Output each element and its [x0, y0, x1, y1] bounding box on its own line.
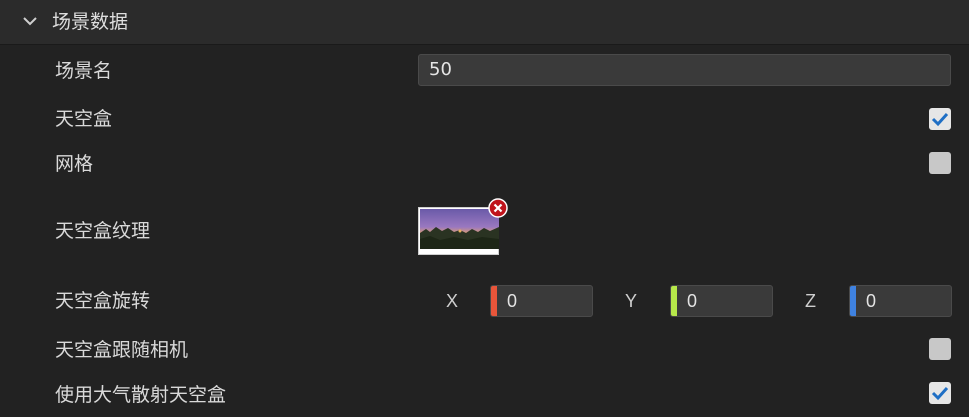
- rotation-x-input[interactable]: 0: [490, 285, 593, 317]
- z-axis-color-bar: [850, 286, 856, 316]
- axis-x-label: X: [446, 291, 459, 311]
- skybox-checkbox[interactable]: [929, 108, 951, 130]
- rotation-z-value: 0: [866, 291, 877, 311]
- axis-z-label: Z: [805, 291, 816, 311]
- skybox-rotation-label: 天空盒旋转: [55, 290, 151, 312]
- section-title: 场景数据: [52, 11, 129, 33]
- rotation-x-value: 0: [507, 291, 518, 311]
- atmospheric-skybox-label: 使用大气散射天空盒: [55, 384, 227, 406]
- rotation-z-input[interactable]: 0: [849, 285, 952, 317]
- scene-data-panel: 场景数据 场景名 50 天空盒 网格 天空盒纹理 天空盒旋转 X 0 Y 0 Z…: [0, 0, 969, 417]
- section-header-scene-data[interactable]: 场景数据: [0, 0, 969, 45]
- rotation-y-value: 0: [687, 291, 698, 311]
- y-axis-color-bar: [671, 286, 677, 316]
- skybox-texture-thumbnail[interactable]: [418, 207, 499, 255]
- skybox-label: 天空盒: [55, 108, 113, 130]
- skybox-texture-label: 天空盒纹理: [55, 220, 151, 242]
- checkmark-icon: [931, 112, 949, 127]
- remove-texture-button[interactable]: [488, 198, 508, 218]
- skybox-follow-camera-label: 天空盒跟随相机: [55, 339, 189, 361]
- rotation-y-input[interactable]: 0: [670, 285, 773, 317]
- checkmark-icon: [931, 386, 949, 401]
- x-axis-color-bar: [491, 286, 497, 316]
- grid-label: 网格: [55, 153, 94, 175]
- grid-checkbox[interactable]: [929, 152, 951, 174]
- scene-name-label: 场景名: [55, 60, 113, 82]
- skybox-follow-camera-checkbox[interactable]: [929, 338, 951, 360]
- scene-name-input[interactable]: 50: [418, 54, 951, 86]
- atmospheric-skybox-checkbox[interactable]: [929, 382, 951, 404]
- axis-y-label: Y: [625, 291, 638, 311]
- chevron-down-icon[interactable]: [20, 12, 40, 32]
- close-circle-icon: [488, 198, 508, 218]
